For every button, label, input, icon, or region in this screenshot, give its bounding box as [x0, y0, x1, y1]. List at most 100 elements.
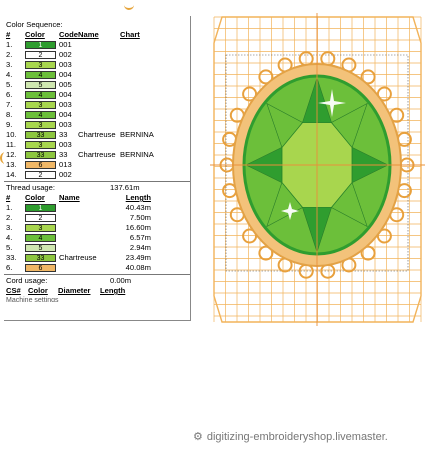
thread-length: 40.43m [125, 203, 151, 212]
color-code: 003 [59, 120, 72, 129]
row-number: 6. [6, 263, 13, 272]
header-chart: Chart [120, 30, 140, 39]
watermark-text: digitizing-embroideryshop.livemaster. [206, 431, 388, 443]
header-length: Length [125, 193, 151, 202]
decorative-swirl [124, 0, 134, 10]
color-swatch: 4 [25, 234, 56, 242]
sequence-row: 11. 3 003 [4, 140, 190, 150]
color-swatch: 4 [25, 71, 56, 79]
thread-row: 3. 3 16.60m [4, 223, 190, 233]
color-code: 003 [59, 60, 72, 69]
color-code: 33 [59, 130, 68, 139]
thread-row: 2. 2 7.50m [4, 213, 190, 223]
sequence-row: 5. 5 005 [4, 80, 190, 90]
header-name: Name [59, 193, 80, 202]
sequence-row: 4. 4 004 [4, 70, 190, 80]
sequence-list: 1. 1 001 2. 2 002 3. 3 003 4. 4 004 5. 5 005 6. 4 004 7. 3 0… [4, 40, 190, 180]
row-number: 1. [6, 40, 13, 49]
color-code: 013 [59, 160, 72, 169]
color-swatch: 5 [25, 81, 56, 89]
color-swatch: 3 [25, 101, 56, 109]
thread-usage-label: Thread usage: [6, 183, 55, 192]
row-number: 14. [6, 170, 17, 179]
header-length: Length [100, 286, 126, 295]
thread-usage-row: Thread usage: 137.61m [4, 183, 190, 193]
header-color: Color [25, 193, 45, 202]
thread-name: Chartreuse [59, 253, 97, 262]
row-number: 11. [6, 140, 16, 149]
thread-header: # Color Name Length [4, 193, 190, 203]
header-name: Name [78, 30, 99, 39]
color-swatch: 33 [25, 131, 56, 139]
thread-length: 2.94m [129, 243, 151, 252]
thread-list: 1. 1 40.43m 2. 2 7.50m 3. 3 16.60m 4. 4 6.57m 5. 5 2.9… [4, 203, 190, 273]
row-number: 4. [6, 233, 13, 242]
color-swatch: 1 [25, 204, 56, 212]
color-code: 001 [59, 40, 72, 49]
sequence-row: 10. 33 33 Chartreuse BERNINA [4, 130, 190, 140]
divider [4, 274, 190, 275]
cord-usage-row: Cord usage: 0.00m [4, 276, 190, 286]
row-number: 3. [6, 223, 13, 232]
row-number: 4. [6, 70, 13, 79]
color-code: 33 [59, 150, 68, 159]
thread-length: 6.57m [129, 233, 151, 242]
header-code: Code [59, 30, 78, 39]
color-name: Chartreuse [78, 130, 116, 139]
color-swatch: 5 [25, 244, 56, 252]
cord-usage-value: 0.00m [110, 276, 132, 285]
cord-usage-label: Cord usage: [6, 276, 48, 285]
row-number: 8. [6, 110, 13, 119]
color-swatch: 6 [25, 161, 56, 169]
thread-length: 23.49m [125, 253, 151, 262]
row-number: 5. [6, 243, 13, 252]
thread-row: 6. 6 40.08m [4, 263, 190, 273]
color-swatch: 33 [25, 254, 56, 262]
thread-length: 16.60m [125, 223, 151, 232]
color-swatch: 3 [25, 121, 56, 129]
color-swatch: 6 [25, 264, 56, 272]
thread-row: 1. 1 40.43m [4, 203, 190, 213]
color-name: Chartreuse [78, 150, 116, 159]
color-swatch: 1 [25, 41, 56, 49]
row-number: 12. [6, 150, 17, 159]
header-num: # [6, 193, 11, 202]
row-number: 3. [6, 60, 13, 69]
header-diameter: Diameter [58, 286, 91, 295]
sequence-row: 9. 3 003 [4, 120, 190, 130]
thread-length: 7.50m [129, 213, 151, 222]
color-swatch: 3 [25, 224, 56, 232]
row-number: 9. [6, 120, 13, 129]
row-number: 1. [6, 203, 13, 212]
row-number: 13. [6, 160, 17, 169]
divider [4, 181, 190, 182]
color-code: 003 [59, 140, 72, 149]
sequence-header: # Color Code Name Chart [4, 30, 190, 40]
thread-row: 5. 5 2.94m [4, 243, 190, 253]
color-code: 005 [59, 80, 72, 89]
color-code: 002 [59, 50, 72, 59]
row-number: 6. [6, 90, 13, 99]
gear-icon: ⚙ [193, 431, 203, 443]
thread-usage-value: 137.61m [110, 183, 140, 192]
color-sequence-panel: Color Sequence: # Color Code Name Chart … [4, 16, 191, 321]
thread-length: 40.08m [125, 263, 151, 272]
row-number: 5. [6, 80, 13, 89]
color-code: 002 [59, 170, 72, 179]
sequence-row: 2. 2 002 [4, 50, 190, 60]
sequence-row: 1. 1 001 [4, 40, 190, 50]
row-number: 2. [6, 213, 13, 222]
color-swatch: 33 [25, 151, 56, 159]
color-swatch: 3 [25, 61, 56, 69]
color-swatch: 2 [25, 51, 56, 59]
thread-row: 33. 33 Chartreuse 23.49m [4, 253, 190, 263]
cut-off-text: Machine settings [6, 297, 59, 302]
color-swatch: 2 [25, 171, 56, 179]
color-swatch: 4 [25, 91, 56, 99]
header-color: Color [28, 286, 48, 295]
sequence-row: 7. 3 003 [4, 100, 190, 110]
color-swatch: 4 [25, 111, 56, 119]
header-num: # [6, 30, 11, 39]
sequence-row: 6. 4 004 [4, 90, 190, 100]
color-swatch: 2 [25, 214, 56, 222]
